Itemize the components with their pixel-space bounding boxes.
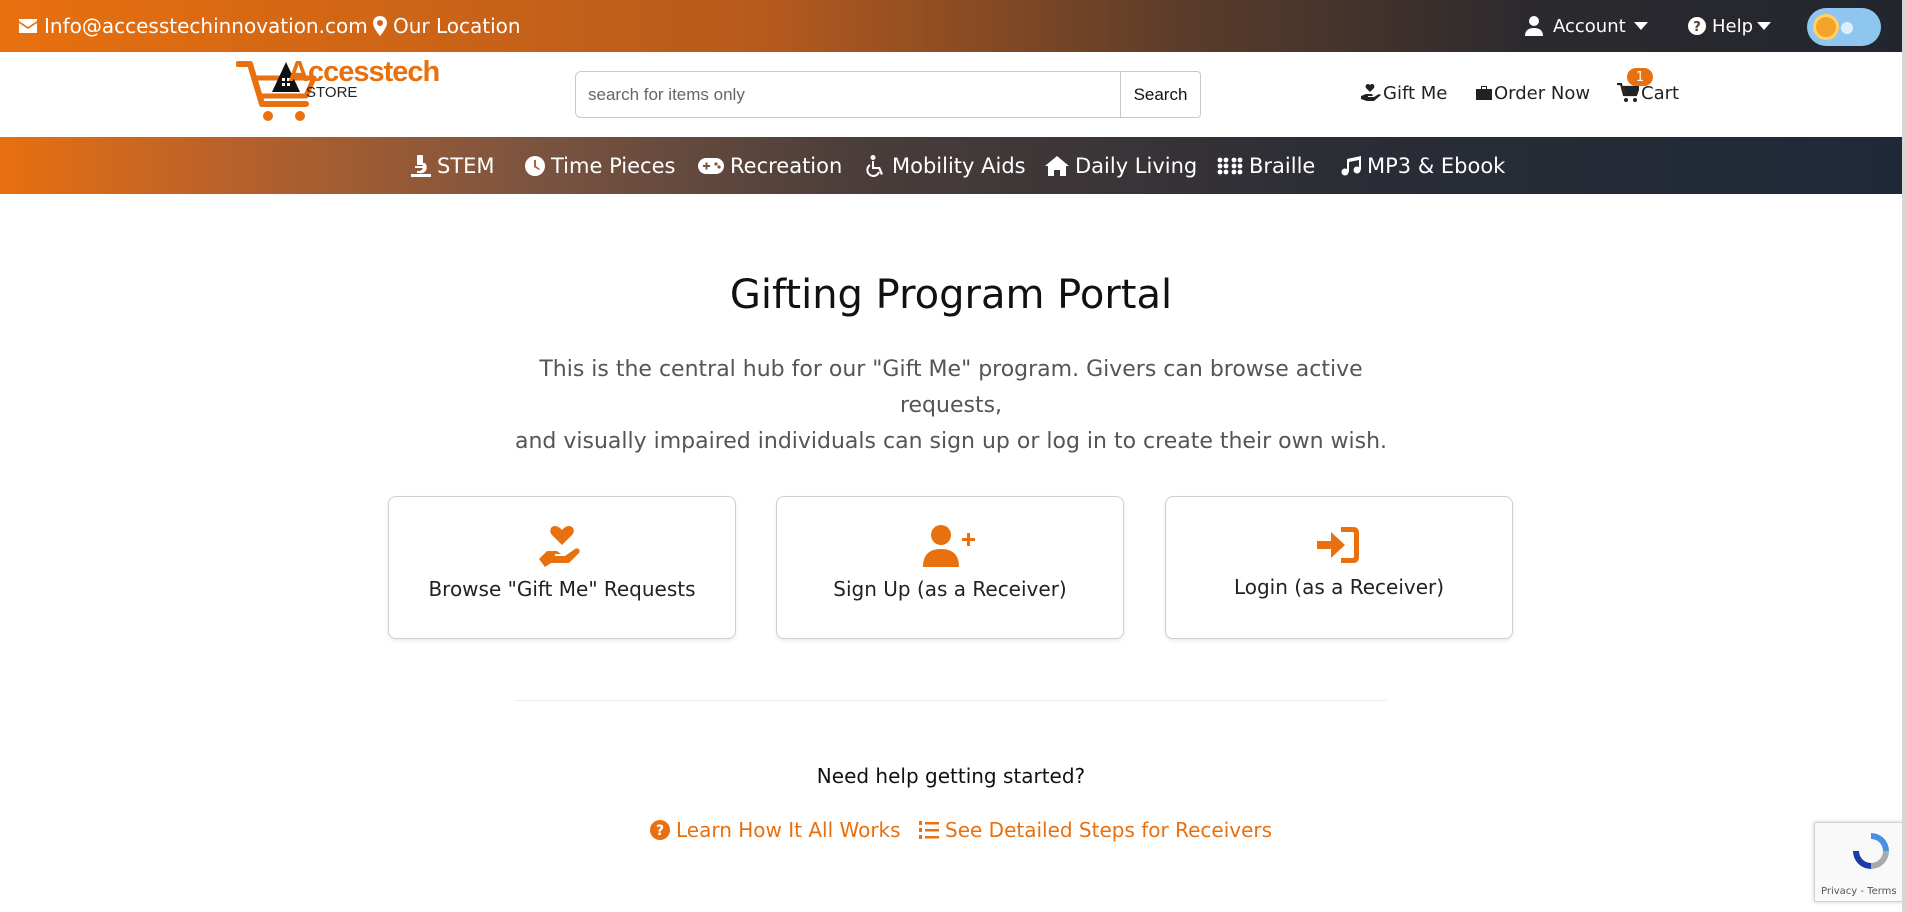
question-circle-icon: ? — [1688, 17, 1706, 35]
detailed-steps-link[interactable]: See Detailed Steps for Receivers — [919, 815, 1272, 845]
search-input[interactable] — [575, 71, 1121, 118]
email-text: Info@accesstechinnovation.com — [44, 14, 368, 38]
sun-icon — [1813, 14, 1839, 40]
nav-item-mp3-ebook[interactable]: MP3 & Ebook — [1341, 137, 1505, 194]
page-scrollbar[interactable] — [1902, 0, 1906, 912]
order-now-link[interactable]: Order Now — [1476, 78, 1590, 108]
order-now-label: Order Now — [1494, 82, 1591, 104]
email-link[interactable]: Info@accesstechinnovation.com — [18, 0, 368, 52]
link-label: See Detailed Steps for Receivers — [945, 818, 1273, 842]
nav-label: Recreation — [730, 153, 843, 178]
nav-item-braille[interactable]: Braille — [1217, 137, 1315, 194]
nav-item-mobility-aids[interactable]: Mobility Aids — [866, 137, 1026, 194]
toggle-dot — [1841, 22, 1853, 34]
briefcase-icon — [1476, 86, 1492, 100]
shopping-cart-icon — [1617, 83, 1639, 102]
user-icon — [1525, 16, 1543, 36]
nav-label: Braille — [1249, 153, 1316, 178]
logo-sub-text: STORE — [306, 84, 358, 101]
link-label: Learn How It All Works — [676, 818, 901, 842]
microscope-icon — [411, 154, 431, 177]
location-link[interactable]: Our Location — [373, 0, 521, 52]
help-dropdown[interactable]: ? Help — [1688, 0, 1777, 52]
store-logo[interactable]: Accesstech STORE — [235, 56, 440, 126]
search-bar: Search — [575, 71, 1201, 118]
login-card[interactable]: Login (as a Receiver) — [1165, 496, 1513, 639]
account-dropdown[interactable]: Account — [1525, 0, 1654, 52]
nav-item-daily-living[interactable]: Daily Living — [1045, 137, 1197, 194]
help-question: Need help getting started? — [816, 764, 1086, 788]
intro-line: and visually impaired individuals can si… — [514, 429, 1388, 454]
gift-me-label: Gift Me — [1383, 82, 1448, 104]
intro-line: This is the central hub for our "Gift Me… — [539, 357, 1363, 418]
clock-icon — [525, 155, 545, 176]
nav-item-time-pieces[interactable]: Time Pieces — [525, 137, 675, 194]
browse-requests-card[interactable]: Browse "Gift Me" Requests — [388, 496, 736, 639]
svg-text:?: ? — [656, 823, 664, 839]
gamepad-icon — [698, 157, 724, 174]
user-plus-icon — [923, 525, 975, 567]
theme-toggle[interactable] — [1807, 8, 1881, 46]
braille-icon — [1217, 157, 1243, 174]
question-circle-icon: ? — [650, 820, 670, 840]
search-button[interactable]: Search — [1121, 71, 1201, 118]
divider — [515, 700, 1387, 701]
caret-down-icon — [1633, 22, 1648, 30]
wheelchair-icon — [866, 154, 883, 177]
recaptcha-icon — [1853, 833, 1889, 869]
account-label: Account — [1553, 15, 1626, 37]
recaptcha-terms[interactable]: Privacy - Terms — [1821, 886, 1897, 897]
nav-label: Daily Living — [1075, 153, 1198, 178]
envelope-icon — [19, 19, 37, 33]
nav-label: Time Pieces — [551, 153, 676, 178]
home-icon — [1045, 155, 1069, 176]
nav-label: STEM — [437, 153, 495, 178]
page-title: Gifting Program Portal — [729, 272, 1173, 318]
sign-in-icon — [1317, 527, 1359, 563]
card-label: Sign Up (as a Receiver) — [833, 577, 1067, 601]
nav-item-stem[interactable]: STEM — [411, 137, 495, 194]
gift-me-link[interactable]: Gift Me — [1361, 78, 1447, 108]
help-label: Help — [1712, 15, 1754, 37]
hand-holding-heart-icon — [1361, 84, 1381, 101]
recaptcha-badge[interactable]: Privacy - Terms — [1814, 822, 1906, 902]
nav-label: MP3 & Ebook — [1367, 153, 1506, 178]
nav-item-recreation[interactable]: Recreation — [698, 137, 842, 194]
intro-text: This is the central hub for our "Gift Me… — [500, 352, 1402, 460]
hand-holding-heart-icon — [539, 526, 580, 567]
list-ol-icon — [919, 821, 939, 839]
nav-label: Mobility Aids — [892, 153, 1026, 178]
music-icon — [1341, 155, 1361, 175]
cart-label: Cart — [1641, 82, 1680, 104]
location-text: Our Location — [393, 14, 521, 38]
caret-down-icon — [1757, 22, 1772, 30]
svg-text:?: ? — [1693, 20, 1701, 35]
cart-count-badge: 1 — [1627, 68, 1653, 86]
card-label: Login (as a Receiver) — [1233, 575, 1445, 599]
map-marker-icon — [373, 16, 387, 36]
card-label: Browse "Gift Me" Requests — [428, 577, 696, 601]
sign-up-card[interactable]: Sign Up (as a Receiver) — [776, 496, 1124, 639]
learn-how-link[interactable]: ? Learn How It All Works — [650, 815, 901, 845]
